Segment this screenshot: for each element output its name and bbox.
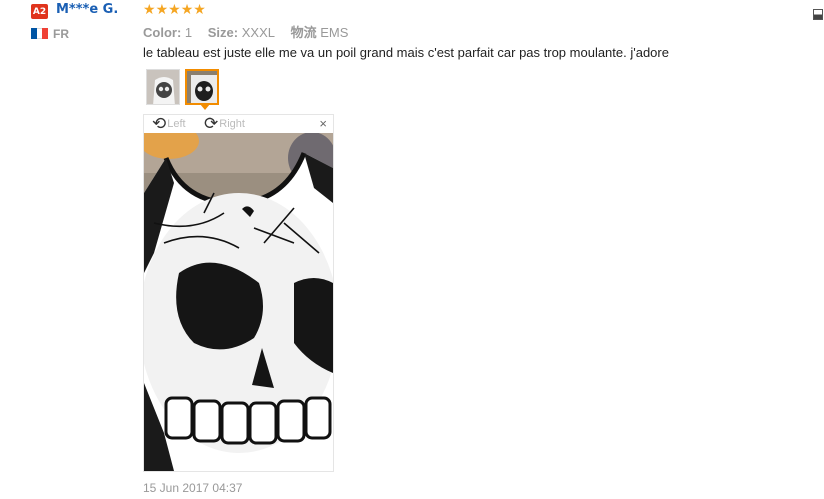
photo-thumbnail-2[interactable] — [185, 69, 219, 105]
star-icon: ★ — [155, 1, 169, 17]
rotate-right-icon: ⟳ — [204, 114, 219, 133]
level-badge: A2 — [31, 4, 48, 19]
review-photo — [139, 123, 339, 471]
rotate-right-button[interactable]: ⟳ Right — [204, 115, 245, 133]
selected-thumbnail-pointer — [200, 104, 210, 110]
country-code: FR — [53, 27, 69, 41]
star-icon: ★ — [143, 1, 156, 17]
rating-stars: ★ ★ ★ ★ ★ — [143, 1, 206, 17]
photo-viewer: ⟲ Left ⟳ Right × — [139, 114, 339, 472]
star-icon: ★ — [180, 1, 194, 17]
reviewer-name[interactable]: M***e G. — [56, 2, 118, 17]
review-comment: le tableau est juste elle me va un poil … — [143, 45, 669, 60]
review-date: 15 Jun 2017 04:37 — [143, 481, 243, 495]
rotate-left-label: Left — [167, 118, 186, 130]
color-label: Color: — [143, 25, 182, 40]
flag-icon — [31, 28, 49, 39]
rotate-left-button[interactable]: ⟲ Left — [152, 115, 186, 133]
shipping-value: EMS — [320, 25, 349, 40]
close-icon[interactable]: × — [319, 115, 327, 133]
rotate-left-icon: ⟲ — [152, 114, 167, 133]
expand-icon[interactable] — [813, 9, 823, 20]
star-icon: ★ — [193, 1, 206, 17]
color-value: 1 — [184, 25, 193, 40]
star-icon: ★ — [168, 1, 181, 17]
size-value: XXXL — [241, 25, 275, 40]
shipping-label: 物流 — [290, 25, 317, 40]
rotate-right-label: Right — [219, 118, 245, 130]
viewer-toolbar: ⟲ Left ⟳ Right × — [144, 115, 333, 133]
photo-thumbnail-1[interactable] — [146, 69, 180, 105]
size-label: Size: — [207, 25, 239, 40]
order-attributes: Color: 1 Size: XXXL 物流 EMS — [143, 22, 360, 41]
